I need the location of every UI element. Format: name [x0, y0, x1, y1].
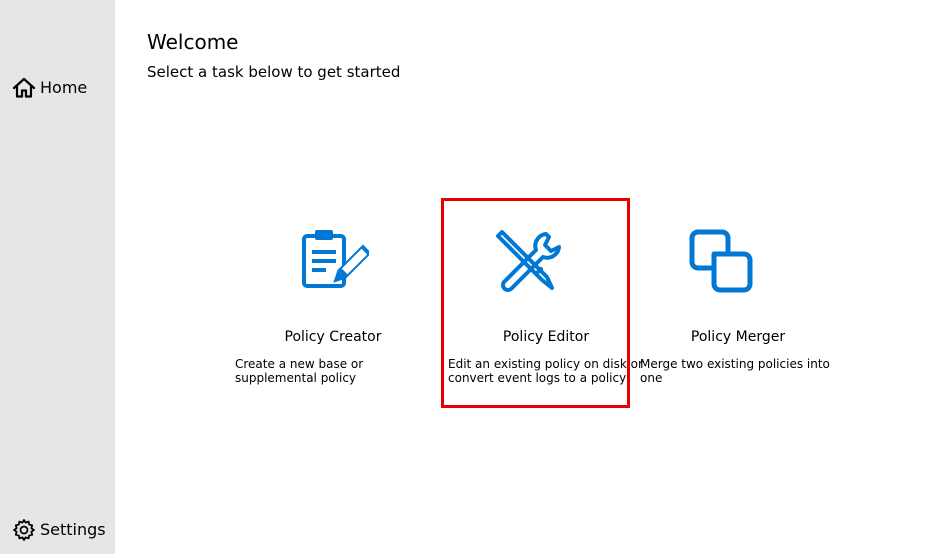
card-title: Policy Creator — [284, 329, 382, 345]
clipboard-pencil-icon — [299, 226, 372, 296]
policy-merger-card[interactable]: Policy Merger Merge two existing policie… — [640, 220, 836, 400]
home-icon — [12, 76, 36, 100]
sidebar-item-label: Home — [40, 78, 88, 97]
card-title: Policy Editor — [502, 329, 590, 345]
page-subtitle: Select a task below to get started — [147, 63, 401, 81]
card-title: Policy Merger — [690, 329, 786, 345]
wrench-pencil-icon — [492, 226, 562, 296]
card-description: Merge two existing policies into one — [640, 357, 830, 385]
page-title: Welcome — [147, 30, 239, 54]
sidebar-item-label: Settings — [40, 520, 106, 539]
gear-icon — [12, 518, 36, 542]
app-window: Home Settings Welcome Select a task belo… — [0, 0, 938, 554]
card-description: Create a new base or supplemental policy — [235, 357, 364, 385]
main-content: Welcome Select a task below to get start… — [115, 0, 938, 554]
sidebar: Home Settings — [0, 0, 115, 554]
policy-creator-card[interactable]: Policy Creator Create a new base or supp… — [235, 220, 431, 400]
card-description: Edit an existing policy on disk or conve… — [448, 357, 643, 385]
sidebar-item-settings[interactable]: Settings — [12, 518, 106, 542]
merge-squares-icon — [686, 226, 756, 296]
policy-editor-card[interactable]: Policy Editor Edit an existing policy on… — [448, 220, 644, 400]
sidebar-item-home[interactable]: Home — [12, 76, 87, 100]
